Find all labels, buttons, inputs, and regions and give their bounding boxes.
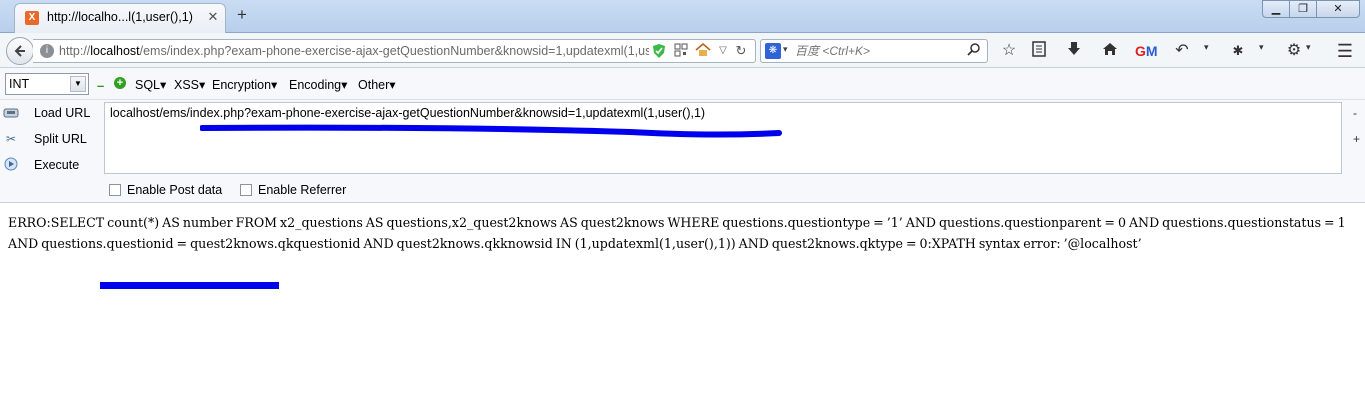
- type-select-value: INT: [9, 77, 30, 91]
- tab-title: http://localho...l(1,user(),1): [47, 10, 193, 24]
- page-content: ERRO:SELECT count(*) AS number FROM x2_q…: [0, 204, 1365, 413]
- reading-list-icon[interactable]: [1028, 41, 1050, 61]
- home-icon[interactable]: [695, 42, 711, 59]
- bug-icon[interactable]: ✱: [1227, 41, 1249, 61]
- search-box[interactable]: ❋ ▾: [760, 39, 988, 63]
- hackbar-toolbar: INT ▼ – + SQL▾ XSS▾ Encryption▾ Encoding…: [0, 68, 1365, 100]
- execute-button[interactable]: Execute: [0, 153, 100, 177]
- chevron-down-icon[interactable]: ▾: [1259, 42, 1264, 53]
- checkbox-box[interactable]: [240, 184, 252, 196]
- play-icon: [3, 157, 19, 173]
- minus-icon[interactable]: –: [97, 78, 104, 93]
- menu-encryption[interactable]: Encryption▾: [212, 77, 277, 92]
- search-input[interactable]: [795, 43, 965, 59]
- enable-post-label: Enable Post data: [127, 183, 223, 197]
- expand-button[interactable]: +: [1353, 132, 1360, 146]
- enable-referrer-label: Enable Referrer: [258, 183, 347, 197]
- navigation-bar: i http://localhost/ems/index.php?exam-ph…: [0, 33, 1365, 68]
- baidu-paw-icon[interactable]: ❋: [765, 43, 781, 59]
- menu-sql[interactable]: SQL▾: [135, 77, 166, 92]
- new-tab-button[interactable]: +: [233, 6, 251, 24]
- home-icon[interactable]: [1099, 41, 1121, 61]
- dropdown-icon[interactable]: ▽: [715, 43, 731, 59]
- split-url-button[interactable]: ✂ Split URL: [0, 127, 100, 151]
- maximize-button[interactable]: ❐: [1289, 0, 1317, 18]
- download-icon[interactable]: [1063, 41, 1085, 61]
- gear-icon[interactable]: ⚙: [1283, 41, 1305, 61]
- menu-icon[interactable]: ☰: [1334, 41, 1356, 61]
- chevron-down-icon[interactable]: ▼: [70, 76, 86, 92]
- url-bar[interactable]: i http://localhost/ems/index.php?exam-ph…: [33, 39, 756, 63]
- tab-strip: X http://localho...l(1,user(),1) ✕ + ▁ ❐…: [0, 0, 1365, 33]
- window-close-button[interactable]: ✕: [1316, 0, 1360, 18]
- url-input[interactable]: http://localhost/ems/index.php?exam-phon…: [59, 44, 649, 58]
- gm-icon[interactable]: GM: [1135, 41, 1158, 61]
- search-icon[interactable]: [967, 42, 981, 59]
- close-icon[interactable]: ✕: [205, 9, 221, 25]
- url-path: /ems/index.php?exam-phone-exercise-ajax-…: [139, 44, 649, 58]
- shrink-button[interactable]: -: [1353, 106, 1357, 120]
- shield-icon[interactable]: [651, 43, 667, 59]
- menu-other[interactable]: Other▾: [358, 77, 396, 92]
- reload-icon[interactable]: ↻: [733, 43, 749, 59]
- site-info-icon[interactable]: i: [40, 44, 54, 58]
- annotation-underline: [100, 282, 279, 289]
- load-url-label: Load URL: [34, 106, 91, 120]
- menu-xss[interactable]: XSS▾: [174, 77, 205, 92]
- scissors-icon: ✂: [5, 132, 17, 146]
- chevron-down-icon[interactable]: ▾: [1306, 42, 1311, 53]
- undo-icon[interactable]: ↶: [1171, 41, 1193, 61]
- load-url-button[interactable]: Load URL: [0, 101, 100, 125]
- minimize-button[interactable]: ▁: [1262, 0, 1290, 18]
- star-icon[interactable]: ☆: [998, 41, 1020, 61]
- load-url-icon: [3, 105, 19, 121]
- hackbar-panel: Load URL ✂ Split URL Execute localhost/e…: [0, 100, 1365, 203]
- url-host: localhost: [90, 44, 140, 58]
- checkbox-box[interactable]: [109, 184, 121, 196]
- menu-encoding[interactable]: Encoding▾: [289, 77, 347, 92]
- url-prefix: http://: [59, 44, 91, 58]
- split-url-label: Split URL: [34, 132, 87, 146]
- qr-code-icon[interactable]: [673, 43, 689, 59]
- browser-tab[interactable]: X http://localho...l(1,user(),1) ✕: [14, 3, 226, 33]
- annotation-underline: [200, 124, 782, 138]
- chevron-down-icon[interactable]: ▾: [783, 44, 788, 55]
- execute-label: Execute: [34, 158, 80, 172]
- plus-icon[interactable]: +: [114, 77, 126, 89]
- type-select[interactable]: INT ▼: [5, 73, 89, 95]
- back-arrow-icon[interactable]: [6, 37, 34, 65]
- sql-error-message: ERRO:SELECT count(*) AS number FROM x2_q…: [8, 215, 1349, 251]
- chevron-down-icon[interactable]: ▾: [1204, 42, 1209, 53]
- favicon-icon: X: [25, 11, 39, 25]
